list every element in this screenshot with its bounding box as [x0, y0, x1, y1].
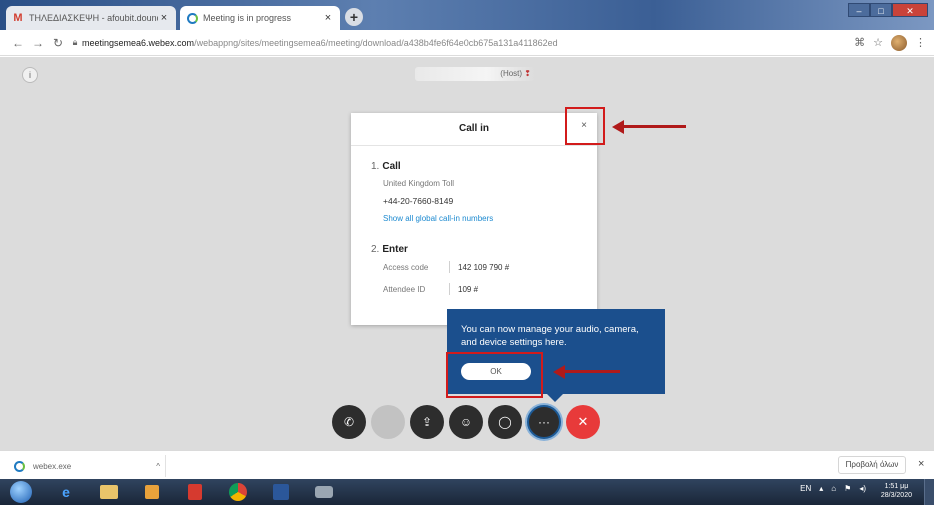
download-item[interactable]: webex.exe ^ — [10, 457, 160, 475]
phone-audio-button[interactable]: ✆ — [332, 405, 366, 439]
chrome-icon[interactable] — [224, 482, 252, 502]
share-icon: ⇪ — [421, 415, 433, 429]
leave-button[interactable]: ✕ — [566, 405, 600, 439]
network-icon[interactable]: ⌂ — [831, 484, 836, 493]
pdf-reader-icon[interactable] — [181, 482, 209, 502]
menu-kebab-icon[interactable]: ⋮ — [915, 36, 926, 49]
step-enter: 2. Enter — [371, 244, 408, 255]
host-role: (Host) — [500, 69, 523, 78]
url-host: meetingsemea6.webex.com — [82, 37, 195, 48]
host-flag-icon: ❢ — [524, 69, 531, 78]
tab-close-icon[interactable]: × — [158, 12, 170, 24]
attendee-id-value: 109 # — [458, 285, 479, 294]
tab-title: Meeting is in progress — [203, 13, 292, 23]
access-code-label: Access code — [383, 263, 429, 272]
reload-icon[interactable]: ↻ — [48, 36, 68, 50]
tab-title: ΤΗΛΕΔΙΑΣΚΕΨΗ - afoubit.dound — [29, 13, 158, 23]
lock-icon: 🔒︎ — [72, 37, 78, 47]
windows-taskbar: e EN ▴ ⌂ ⚑ ◂) 1:51 μμ 28/3/2020 — [0, 479, 934, 505]
tab-webex-meeting[interactable]: Meeting is in progress × — [180, 6, 340, 30]
show-all-button[interactable]: Προβολή όλων — [838, 456, 906, 474]
chat-icon: ◯ — [498, 415, 512, 429]
language-indicator[interactable]: EN — [800, 484, 811, 493]
back-icon[interactable]: ← — [8, 36, 28, 50]
start-button[interactable] — [10, 481, 32, 503]
annotation-arrow-line — [622, 125, 686, 128]
address-bar-actions: ⌘ ☆ ⋮ — [854, 34, 926, 51]
volume-icon[interactable]: ◂) — [859, 484, 866, 493]
clock-date: 28/3/2020 — [880, 492, 912, 499]
step-label: Call — [382, 161, 401, 172]
media-player-icon[interactable] — [138, 482, 166, 502]
download-bar-close-button[interactable]: × — [918, 458, 924, 470]
tooltip-text: You can now manage your audio, camera, a… — [461, 324, 639, 348]
word-icon[interactable] — [267, 482, 295, 502]
close-icon: ✕ — [577, 414, 589, 429]
webex-icon — [14, 460, 25, 472]
internet-explorer-icon[interactable]: e — [52, 482, 80, 502]
divider — [449, 261, 450, 273]
tab-close-icon[interactable]: × — [322, 12, 334, 24]
profile-avatar[interactable] — [891, 34, 907, 51]
gmail-icon: M — [13, 12, 23, 24]
video-button[interactable] — [371, 405, 405, 439]
meeting-control-bar: ✆ ⇪ ☺ ◯ ··· ✕ — [332, 405, 600, 441]
webex-icon — [186, 12, 198, 24]
tray-arrow-icon[interactable]: ▴ — [819, 484, 823, 493]
access-code-value: 142 109 790 # — [458, 263, 510, 272]
dialog-title: Call in — [458, 123, 489, 134]
chat-button[interactable]: ◯ — [488, 405, 522, 439]
chevron-up-icon[interactable]: ^ — [156, 462, 160, 471]
phone-icon: ✆ — [343, 415, 355, 429]
address-bar: ← → ↻ 🔒︎ meetingsemea6.webex.com/webappn… — [0, 30, 934, 56]
share-button[interactable]: ⇪ — [410, 405, 444, 439]
dialog-divider — [351, 145, 597, 146]
participants-icon: ☺ — [459, 415, 473, 429]
network-app-icon[interactable] — [310, 482, 338, 502]
browser-tab-strip: M ΤΗΛΕΔΙΑΣΚΕΨΗ - afoubit.dound × Meeting… — [0, 0, 934, 30]
maximize-button[interactable]: □ — [870, 3, 892, 17]
call-in-country: United Kingdom Toll — [383, 179, 455, 188]
call-in-number: +44-20-7660-8149 — [383, 196, 454, 206]
download-bar: webex.exe ^ Προβολή όλων × — [0, 450, 934, 479]
more-button[interactable]: ··· — [527, 405, 561, 439]
call-in-dialog: Call in × 1. Call United Kingdom Toll +44… — [351, 113, 597, 325]
file-explorer-icon[interactable] — [95, 482, 123, 502]
new-tab-button[interactable]: + — [345, 8, 363, 26]
step-call: 1. Call — [371, 161, 401, 172]
host-label: (Host) ❢ — [415, 67, 535, 81]
global-numbers-link[interactable]: Show all global call-in numbers — [383, 214, 493, 223]
step-label: Enter — [382, 244, 408, 255]
divider — [449, 283, 450, 295]
forward-icon[interactable]: → — [28, 36, 48, 50]
annotation-highlight-ok — [446, 352, 543, 398]
tab-gmail[interactable]: M ΤΗΛΕΔΙΑΣΚΕΨΗ - afoubit.dound × — [6, 6, 176, 30]
annotation-arrow-line — [563, 370, 620, 373]
translate-icon[interactable]: ⌘ — [854, 36, 865, 49]
url-field[interactable]: meetingsemea6.webex.com/webappng/sites/m… — [82, 38, 854, 48]
step-number: 2. — [371, 244, 380, 255]
minimize-button[interactable]: – — [848, 3, 870, 17]
flag-icon[interactable]: ⚑ — [844, 484, 851, 493]
taskbar-clock[interactable]: 1:51 μμ 28/3/2020 — [881, 482, 912, 500]
attendee-id-label: Attendee ID — [383, 285, 426, 294]
bookmark-star-icon[interactable]: ☆ — [873, 36, 883, 49]
meeting-info-icon[interactable]: i — [22, 67, 38, 83]
download-filename: webex.exe — [33, 461, 72, 471]
more-icon: ··· — [538, 415, 550, 429]
url-path: /webappng/sites/meetingsemea6/meeting/do… — [194, 37, 558, 48]
annotation-highlight-close — [565, 107, 605, 145]
window-close-button[interactable]: ✕ — [892, 3, 928, 17]
step-number: 1. — [371, 161, 380, 172]
divider — [165, 455, 166, 477]
tooltip-pointer — [547, 394, 563, 402]
window-controls: – □ ✕ — [848, 3, 928, 17]
participants-button[interactable]: ☺ — [449, 405, 483, 439]
meeting-area: i (Host) ❢ Call in × 1. Call United Kingd… — [0, 57, 934, 450]
show-desktop-button[interactable] — [924, 479, 934, 505]
clock-time: 1:51 μμ — [884, 483, 909, 490]
